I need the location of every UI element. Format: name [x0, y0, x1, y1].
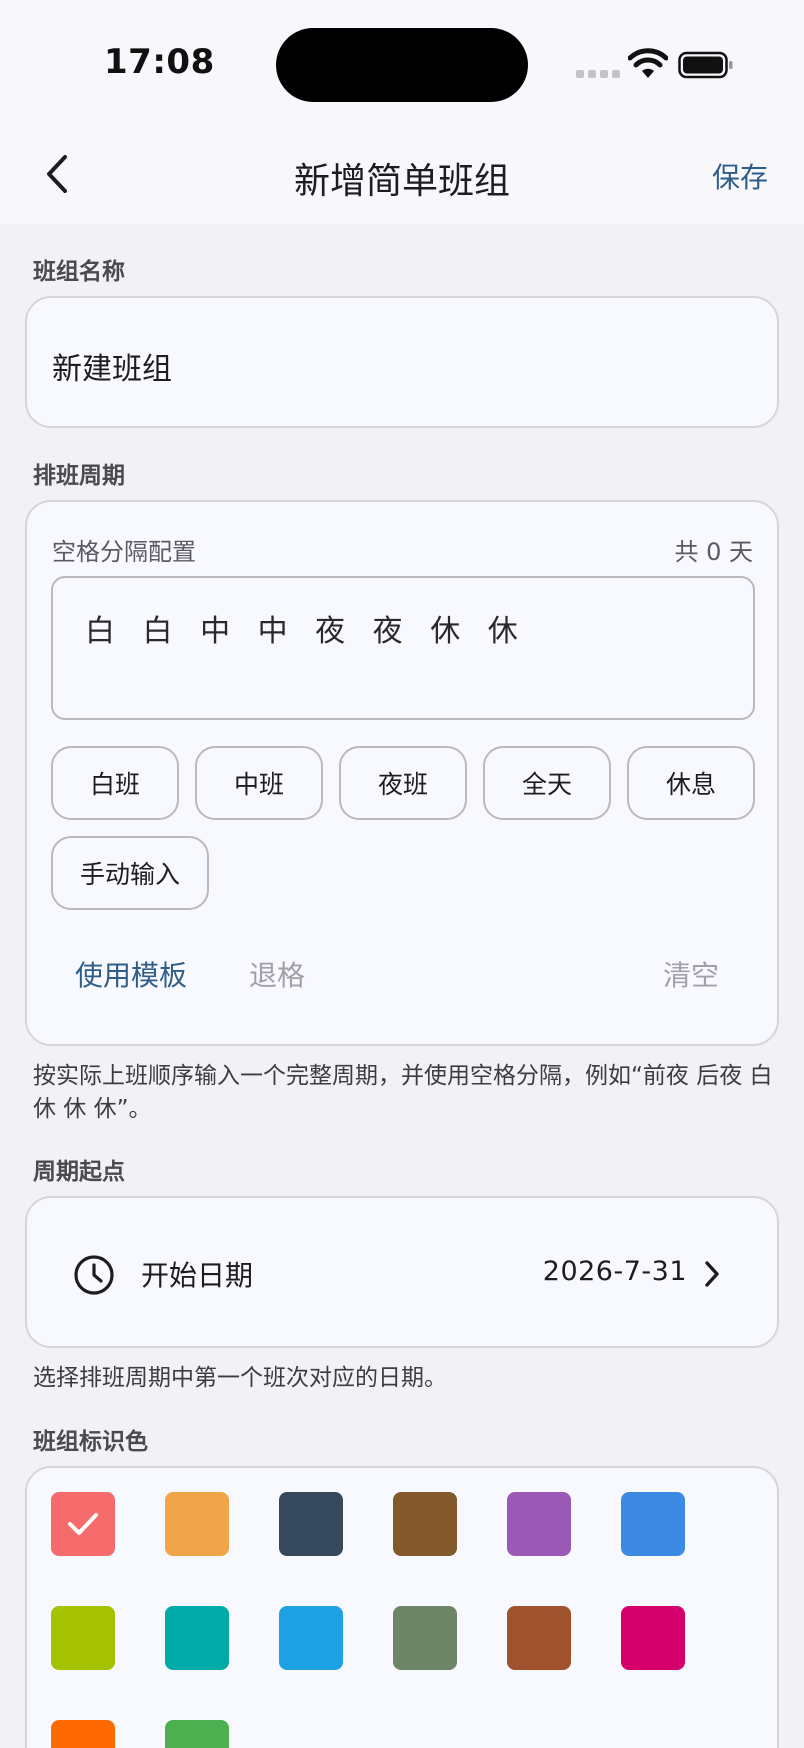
screen: 17:08 新增简单班组 保存 班组名称 新建班组 排班周期 空格分隔配置 共 … [0, 0, 804, 1748]
chip-mid-shift[interactable]: 中班 [195, 746, 323, 820]
cellular-signal-icon [576, 70, 620, 78]
color-swatch[interactable] [621, 1606, 685, 1670]
group-name-label: 班组名称 [33, 259, 125, 285]
clock-icon [74, 1255, 114, 1295]
clear-button[interactable]: 清空 [663, 954, 719, 994]
day-count: 共 0 天 [674, 538, 753, 566]
use-template-button[interactable]: 使用模板 [75, 954, 187, 994]
wifi-icon [628, 48, 668, 78]
chevron-right-icon [705, 1261, 719, 1287]
group-name-field[interactable]: 新建班组 [25, 296, 779, 428]
color-card [25, 1466, 779, 1748]
start-date-row[interactable]: 开始日期 2026-7-31 [25, 1196, 779, 1348]
chip-full-day[interactable]: 全天 [483, 746, 611, 820]
cycle-helper-text: 按实际上班顺序输入一个完整周期，并使用空格分隔，例如“前夜 后夜 白 休 休 休… [33, 1063, 773, 1122]
color-swatch[interactable] [165, 1492, 229, 1556]
group-name-value: 新建班组 [52, 352, 172, 387]
check-icon [68, 1513, 98, 1535]
start-date-label: 开始日期 [141, 1259, 254, 1292]
cycle-input-value: 白 白 中 中 夜 夜 休 休 [85, 614, 527, 649]
color-swatch[interactable] [51, 1720, 115, 1748]
color-swatch[interactable] [51, 1606, 115, 1670]
chip-night-shift[interactable]: 夜班 [339, 746, 467, 820]
cycle-input[interactable]: 白 白 中 中 夜 夜 休 休 [51, 576, 755, 720]
color-swatch[interactable] [51, 1492, 115, 1556]
chip-day-shift[interactable]: 白班 [51, 746, 179, 820]
color-swatch[interactable] [279, 1492, 343, 1556]
color-swatch[interactable] [279, 1606, 343, 1670]
color-swatch[interactable] [165, 1720, 229, 1748]
start-helper-text: 选择排班周期中第一个班次对应的日期。 [33, 1365, 447, 1391]
page-title: 新增简单班组 [293, 161, 510, 202]
color-swatch[interactable] [507, 1492, 571, 1556]
start-date-value: 2026-7-31 [542, 1256, 687, 1287]
config-label: 空格分隔配置 [52, 538, 196, 566]
dynamic-island [276, 28, 528, 102]
start-section-label: 周期起点 [33, 1159, 125, 1185]
battery-icon [678, 51, 733, 79]
save-button[interactable]: 保存 [712, 156, 768, 196]
top-bar: 17:08 新增简单班组 保存 [0, 0, 804, 224]
color-swatch[interactable] [507, 1606, 571, 1670]
chip-rest[interactable]: 休息 [627, 746, 755, 820]
status-time: 17:08 [104, 42, 215, 82]
color-swatch[interactable] [165, 1606, 229, 1670]
chip-manual-input[interactable]: 手动输入 [51, 836, 209, 910]
cycle-section-label: 排班周期 [33, 463, 125, 489]
color-swatch[interactable] [393, 1606, 457, 1670]
backspace-button[interactable]: 退格 [249, 954, 305, 994]
color-swatch[interactable] [393, 1492, 457, 1556]
color-section-label: 班组标识色 [33, 1429, 148, 1455]
color-swatch[interactable] [621, 1492, 685, 1556]
cycle-card: 空格分隔配置 共 0 天 白 白 中 中 夜 夜 休 休 白班 中班 夜班 全天… [25, 500, 779, 1046]
